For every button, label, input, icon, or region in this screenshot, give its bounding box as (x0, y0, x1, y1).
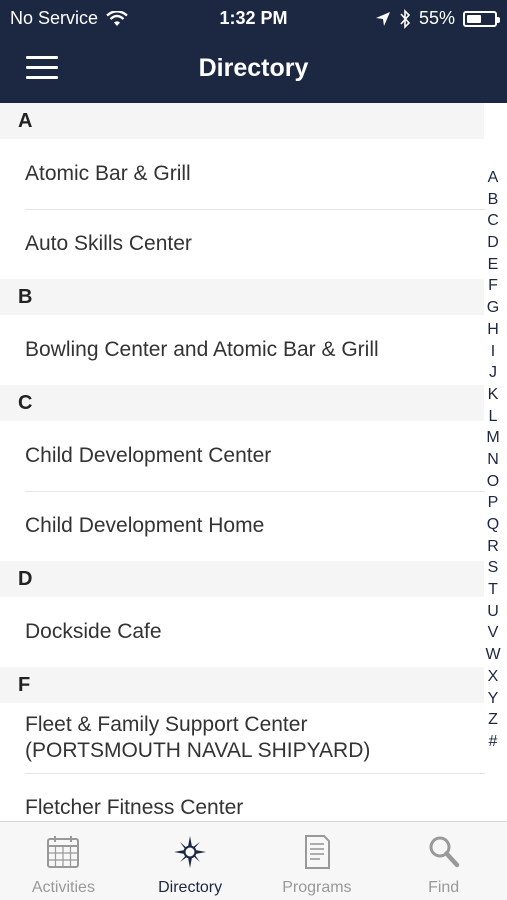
index-letter[interactable]: F (488, 275, 498, 297)
index-letter[interactable]: C (487, 210, 499, 232)
directory-item-label: Auto Skills Center (25, 232, 192, 255)
index-letter[interactable]: A (488, 167, 499, 189)
directory-item-label: Fleet & Family Support Center (PORTSMOUT… (25, 713, 371, 762)
index-letter[interactable]: B (488, 189, 499, 211)
nav-bar: Directory (0, 36, 507, 103)
directory-item-label: Dockside Cafe (25, 620, 162, 643)
tab-directory[interactable]: Directory (127, 822, 254, 900)
calendar-icon (47, 836, 80, 868)
section-header: F (0, 667, 484, 703)
index-letter[interactable]: Z (488, 709, 498, 731)
directory-item[interactable]: Child Development Home (0, 491, 507, 561)
index-letter[interactable]: X (488, 666, 499, 688)
index-letter[interactable]: U (487, 601, 499, 623)
directory-item-label: Child Development Home (25, 514, 265, 537)
directory-item[interactable]: Fleet & Family Support Center (PORTSMOUT… (0, 703, 507, 773)
tab-activities[interactable]: Activities (0, 822, 127, 900)
index-letter[interactable]: H (487, 319, 499, 341)
directory-item[interactable]: Bowling Center and Atomic Bar & Grill (0, 315, 507, 385)
index-letter[interactable]: N (487, 449, 499, 471)
battery-icon (463, 10, 500, 27)
tab-programs[interactable]: Programs (254, 822, 381, 900)
directory-item[interactable]: Auto Skills Center (0, 209, 507, 279)
index-letter[interactable]: L (489, 406, 498, 428)
tab-label: Programs (282, 879, 352, 896)
directory-item-label: Atomic Bar & Grill (25, 162, 191, 185)
index-letter[interactable]: G (487, 297, 499, 319)
section-header: D (0, 561, 484, 597)
alphabet-index[interactable]: A B C D E F G H I J K L M N O P Q R S T U V W X Y Z # (485, 167, 501, 753)
tab-label: Activities (31, 879, 95, 896)
directory-item[interactable]: Dockside Cafe (0, 597, 507, 667)
index-letter[interactable]: Y (488, 688, 499, 710)
directory-list[interactable]: A Atomic Bar & Grill Auto Skills Center B Bo… (0, 103, 507, 821)
tab-find[interactable]: Find (380, 822, 507, 900)
index-letter[interactable]: J (489, 362, 497, 384)
section-header: A (0, 103, 484, 139)
index-letter[interactable]: M (486, 427, 499, 449)
index-letter[interactable]: W (485, 644, 500, 666)
top-bar: No Service 1:32 PM 55% Directory (0, 0, 507, 103)
status-bar: No Service 1:32 PM 55% (0, 0, 507, 36)
document-icon (304, 835, 330, 869)
bluetooth-icon (400, 8, 411, 29)
status-right: 55% (375, 8, 500, 29)
tab-label: Find (428, 879, 460, 896)
location-arrow-icon (375, 11, 390, 26)
index-letter[interactable]: E (488, 254, 499, 276)
directory-item-label: Bowling Center and Atomic Bar & Grill (25, 338, 379, 361)
index-letter[interactable]: S (488, 557, 499, 579)
directory-item[interactable]: Atomic Bar & Grill (0, 139, 507, 209)
index-letter[interactable]: P (488, 492, 499, 514)
directory-item[interactable]: Fletcher Fitness Center (0, 773, 507, 821)
section-header: C (0, 385, 484, 421)
battery-percent: 55% (418, 8, 455, 28)
section-header: B (0, 279, 484, 315)
directory-item[interactable]: Child Development Center (0, 421, 507, 491)
index-letter[interactable]: Q (487, 514, 499, 536)
tab-label: Directory (158, 879, 223, 896)
directory-item-label: Fletcher Fitness Center (25, 796, 244, 819)
index-letter[interactable]: T (488, 579, 498, 601)
index-letter[interactable]: # (489, 731, 498, 753)
index-letter[interactable]: V (488, 622, 499, 644)
index-letter[interactable]: D (487, 232, 499, 254)
directory-item-label: Child Development Center (25, 444, 272, 467)
battery-fill (467, 14, 482, 23)
page-title: Directory (198, 54, 309, 82)
tab-bar: Activities Directory Programs Find (0, 821, 507, 900)
index-letter[interactable]: K (488, 384, 499, 406)
index-letter[interactable]: O (487, 471, 499, 493)
index-letter[interactable]: R (487, 536, 499, 558)
index-letter[interactable]: I (491, 341, 495, 363)
compass-icon (174, 836, 207, 868)
search-icon (429, 836, 459, 868)
